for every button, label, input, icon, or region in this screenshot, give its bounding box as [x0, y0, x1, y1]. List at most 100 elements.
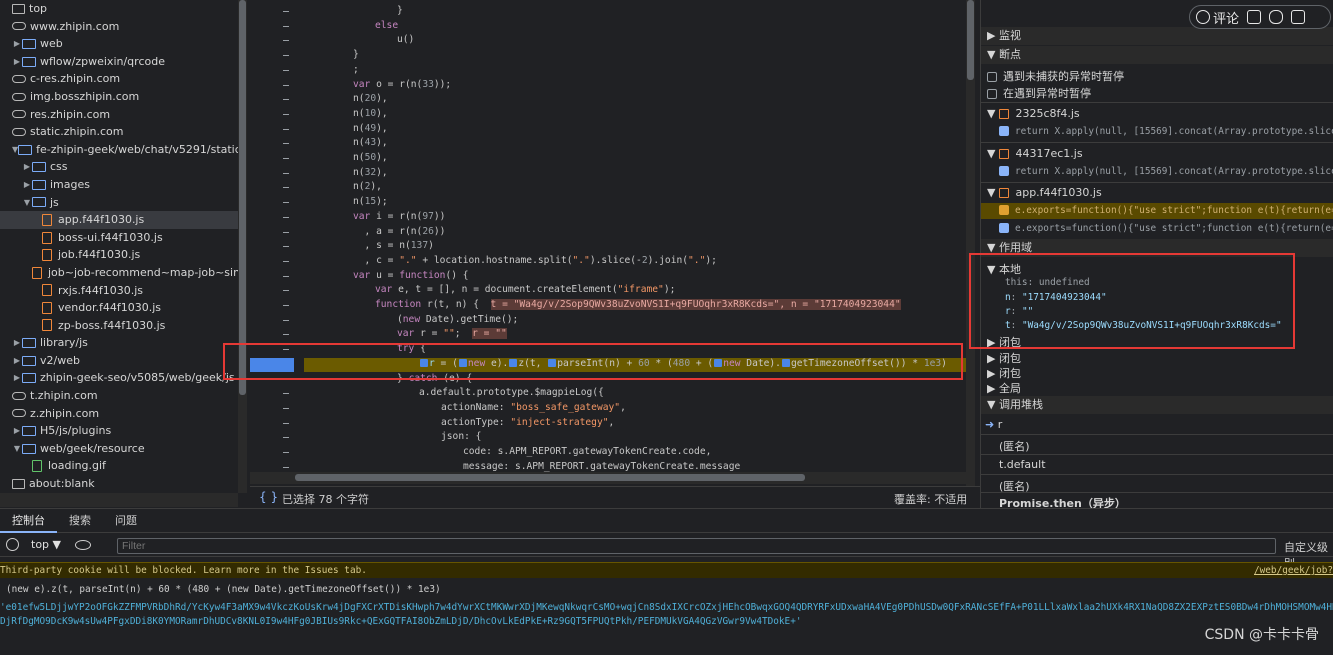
tree-item[interactable]: www.zhipin.com: [0, 18, 238, 36]
tree-item[interactable]: ▶ web: [0, 35, 238, 53]
tree-item[interactable]: job~job-recommend~map-job~simple: [0, 264, 238, 282]
tree-item[interactable]: job.f44f1030.js: [0, 246, 238, 264]
bp-item[interactable]: return X.apply(null, [15569].concat(Arra…: [999, 124, 1333, 137]
stack-frame-current[interactable]: ➜ r: [985, 418, 1002, 431]
tree-item[interactable]: ▶ css: [0, 158, 238, 176]
code-editor[interactable]: } else u()}; var o = r(n(33)); n(20), n(10), n…: [250, 0, 966, 486]
var-n[interactable]: n: "1717404923044": [1005, 292, 1107, 303]
call-stack-section[interactable]: ▼ 调用堆栈: [981, 396, 1333, 414]
expand-down-icon[interactable]: ▼: [22, 194, 32, 212]
tree-item[interactable]: t.zhipin.com: [0, 387, 238, 405]
tab-search[interactable]: 搜索: [57, 509, 103, 533]
expand-right-icon[interactable]: ▶: [12, 334, 22, 352]
scope-closure[interactable]: ▶ 闭包: [987, 334, 1021, 350]
tree-item[interactable]: rxjs.f44f1030.js: [0, 282, 238, 300]
scope-global[interactable]: ▶ 全局: [987, 380, 1021, 396]
tree-item[interactable]: app.f44f1030.js: [0, 211, 238, 229]
tree-item[interactable]: ▶ library/js: [0, 334, 238, 352]
tree-item[interactable]: boss-ui.f44f1030.js: [0, 229, 238, 247]
filter-input[interactable]: [117, 538, 1276, 554]
breakpoints-section[interactable]: ▼ 断点: [981, 46, 1333, 64]
checkbox[interactable]: [987, 89, 997, 99]
expand-down-icon[interactable]: ▼: [12, 440, 22, 458]
watch-section[interactable]: ▶ 监视: [981, 27, 1333, 45]
expand-right-icon[interactable]: ▶: [12, 422, 22, 440]
expand-right-icon[interactable]: ▶: [12, 35, 22, 53]
tree-item[interactable]: res.zhipin.com: [0, 106, 238, 124]
scope-section[interactable]: ▼ 作用域: [981, 239, 1333, 257]
tree-item[interactable]: ▼ fe-zhipin-geek/web/chat/v5291/static: [0, 141, 238, 159]
comment-button[interactable]: 评论: [1196, 8, 1239, 27]
bp-file-1[interactable]: ▼ 2325c8f4.js: [987, 107, 1080, 120]
tree-item-label: job.f44f1030.js: [58, 248, 141, 262]
expand-right-icon[interactable]: ▶: [22, 176, 32, 194]
code-line: , s = n(137): [353, 240, 434, 252]
braces-icon[interactable]: { }: [259, 490, 278, 504]
editor-horizontal-scrollbar[interactable]: [250, 472, 966, 484]
tab-console[interactable]: 控制台: [0, 509, 57, 533]
checkbox[interactable]: [999, 126, 1009, 136]
expand-right-icon[interactable]: ▶: [12, 352, 22, 370]
bp-file-2[interactable]: ▼ 44317ec1.js: [987, 147, 1083, 160]
tree-item[interactable]: top: [0, 0, 238, 18]
tree-item[interactable]: ▶ v2/web: [0, 352, 238, 370]
stack-frame[interactable]: (匿名): [999, 438, 1030, 454]
bp-item-active[interactable]: e.exports=function(){"use strict";functi…: [981, 203, 1333, 219]
tree-item[interactable]: z.zhipin.com: [0, 405, 238, 423]
scope-local[interactable]: ▼ 本地: [987, 261, 1021, 277]
console-warning: Third-party cookie will be blocked. Lear…: [0, 562, 1333, 578]
tree-item[interactable]: ▼ web/geek/resource: [0, 440, 238, 458]
code-line: n(10),: [353, 107, 388, 119]
pause-caught-option[interactable]: 在遇到异常时暂停: [987, 85, 1091, 101]
tree-item[interactable]: loading.gif: [0, 457, 238, 475]
context-selector[interactable]: top ▼: [31, 538, 61, 551]
cloud-icon: [12, 22, 26, 31]
bp-file-3[interactable]: ▼ app.f44f1030.js: [987, 186, 1102, 199]
tree-item[interactable]: ▼ js: [0, 194, 238, 212]
var-t[interactable]: t: "Wa4g/v/2Sop9QWv38uZvoNVS1I+q9FUOqhr3…: [1005, 320, 1282, 331]
var-this[interactable]: this: undefined: [1005, 277, 1090, 288]
tree-item-label: rxjs.f44f1030.js: [58, 283, 144, 297]
editor-scrollbar[interactable]: [966, 0, 975, 486]
tree-item[interactable]: vendor.f44f1030.js: [0, 299, 238, 317]
code-line: var u = function() {: [353, 269, 469, 281]
tree-item[interactable]: static.zhipin.com: [0, 123, 238, 141]
tree-item[interactable]: img.bosszhipin.com: [0, 88, 238, 106]
bp-item[interactable]: e.exports=function(){"use strict";functi…: [999, 221, 1333, 234]
tree-horizontal-scrollbar[interactable]: [0, 493, 238, 507]
tree-item[interactable]: ▶ images: [0, 176, 238, 194]
tree-item[interactable]: c-res.zhipin.com: [0, 70, 238, 88]
folder-icon: [22, 443, 36, 454]
expand-right-icon[interactable]: ▶: [12, 369, 22, 387]
tree-item[interactable]: zp-boss.f44f1030.js: [0, 317, 238, 335]
file-icon: [42, 231, 52, 244]
tree-item[interactable]: ▶ zhipin-geek-seo/v5085/web/geek/js: [0, 369, 238, 387]
tree-item[interactable]: about:blank: [0, 475, 238, 493]
warning-link[interactable]: /web/geek/job?: [1254, 565, 1333, 576]
tree-item[interactable]: ▶ H5/js/plugins: [0, 422, 238, 440]
stack-frame-async[interactable]: Promise.then（异步）: [999, 495, 1126, 508]
scope-closure[interactable]: ▶ 闭包: [987, 365, 1021, 381]
checkbox[interactable]: [999, 166, 1009, 176]
scope-closure[interactable]: ▶ 闭包: [987, 350, 1021, 366]
eye-icon[interactable]: [75, 539, 91, 550]
list-icon[interactable]: [1247, 10, 1262, 24]
expand-right-icon[interactable]: ▶: [12, 53, 22, 71]
tree-item[interactable]: ▶ wflow/zpweixin/qrcode: [0, 53, 238, 71]
link-icon[interactable]: [1269, 10, 1284, 24]
clear-console-icon[interactable]: [6, 538, 19, 551]
checkbox[interactable]: [999, 223, 1009, 233]
bp-item[interactable]: return X.apply(null, [15569].concat(Arra…: [999, 164, 1333, 177]
code-line: actionType: "inject-strategy",: [441, 416, 615, 428]
image-icon[interactable]: [1291, 10, 1306, 24]
console-input-line[interactable]: (new e).z(t, parseInt(n) + 60 * (480 + (…: [6, 584, 441, 595]
tab-issues[interactable]: 问题: [103, 509, 149, 533]
pause-uncaught-option[interactable]: 遇到未捕获的异常时暂停: [987, 68, 1124, 84]
tree-scrollbar[interactable]: [238, 0, 247, 493]
expand-right-icon[interactable]: ▶: [22, 158, 32, 176]
stack-frame[interactable]: t.default: [999, 458, 1046, 471]
tree-item-label: about:blank: [29, 477, 95, 491]
checkbox[interactable]: [987, 72, 997, 82]
var-r[interactable]: r: "": [1005, 306, 1033, 317]
checkbox[interactable]: [999, 205, 1009, 215]
